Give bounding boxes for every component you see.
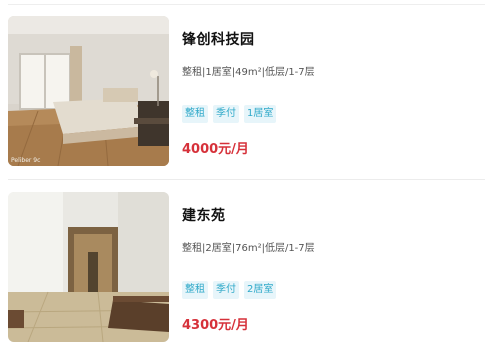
photo-watermark: Peliber 9c	[11, 157, 40, 164]
bedroom-photo-image: Peliber 9c	[8, 16, 169, 166]
listing-title[interactable]: 建东苑	[182, 205, 226, 225]
listing-card[interactable]: 建东苑 整租|2居室|76m²|低层/1-7层 整租 季付 2居室 4300元/…	[0, 190, 493, 345]
listing-title[interactable]: 锋创科技园	[182, 29, 255, 49]
tag-rooms: 1居室	[244, 105, 277, 123]
living-room-photo-image	[8, 192, 169, 342]
listing-specs: 整租|2居室|76m²|低层/1-7层	[182, 243, 315, 254]
listing-divider	[8, 179, 485, 180]
listing-photo[interactable]: Peliber 9c	[8, 16, 169, 166]
listing-price: 4000元/月	[182, 142, 249, 157]
listing-specs: 整租|1居室|49m²|低层/1-7层	[182, 67, 315, 78]
listing-tags: 整租 季付 2居室	[182, 281, 277, 299]
listing-card[interactable]: Peliber 9c 锋创科技园 整租|1居室|49m²|低层/1-7层 整租 …	[0, 14, 493, 174]
listing-tags: 整租 季付 1居室	[182, 105, 277, 123]
tag-rental-type: 整租	[182, 281, 208, 299]
listing-photo[interactable]	[8, 192, 169, 342]
listing-price: 4300元/月	[182, 318, 249, 333]
tag-rooms: 2居室	[244, 281, 277, 299]
top-divider	[8, 4, 485, 5]
tag-rental-type: 整租	[182, 105, 208, 123]
tag-payment: 季付	[213, 105, 239, 123]
tag-payment: 季付	[213, 281, 239, 299]
